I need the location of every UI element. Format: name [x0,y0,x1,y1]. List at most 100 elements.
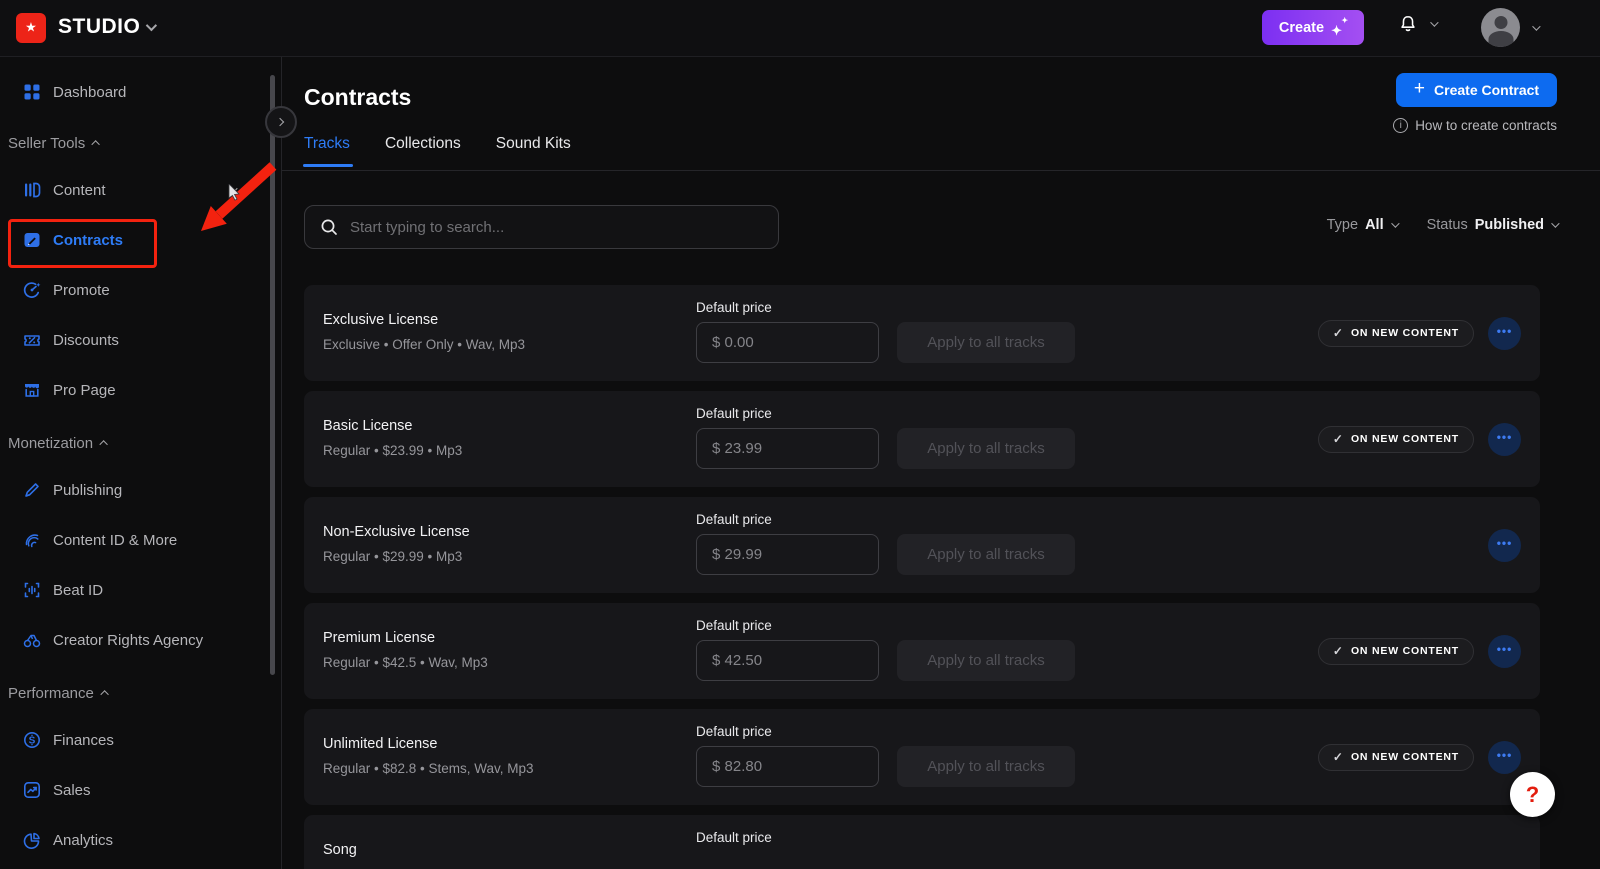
status-filter[interactable]: Status Published [1427,217,1557,233]
apply-to-all-tracks-button[interactable]: Apply to all tracks [897,640,1075,681]
section-label: Monetization [8,435,93,452]
help-link-label: How to create contracts [1415,118,1557,133]
contract-card-premium: Premium License Regular • $42.5 • Wav, M… [304,603,1540,699]
collapse-sidebar-button[interactable] [265,106,297,138]
default-price-label: Default price [696,406,772,421]
sidebar-item-label: Promote [53,282,110,299]
contract-details: Exclusive • Offer Only • Wav, Mp3 [323,337,525,352]
sidebar-item-label: Content ID & More [53,532,177,549]
beat-id-icon [22,580,42,600]
sidebar-item-beat-id[interactable]: Beat ID [0,565,281,615]
contract-card-exclusive: Exclusive License Exclusive • Offer Only… [304,285,1540,381]
sidebar-item-label: Beat ID [53,582,103,599]
more-options-button[interactable]: ••• [1488,529,1521,562]
sidebar-section-seller-tools[interactable]: Seller Tools [0,121,281,165]
more-options-button[interactable]: ••• [1488,317,1521,350]
sidebar-item-publishing[interactable]: Publishing [0,465,281,515]
sidebar-item-sales[interactable]: Sales [0,765,281,815]
bell-icon [1398,14,1418,34]
tab-bar: Tracks Collections Sound Kits [304,135,571,167]
sidebar-item-label: Publishing [53,482,122,499]
analytics-icon [22,830,42,850]
sidebar-item-label: Dashboard [53,84,126,101]
search-input[interactable] [350,219,764,236]
sidebar: Dashboard Seller Tools Content Contracts [0,57,281,869]
search-icon [319,217,339,237]
check-icon: ✓ [1333,750,1343,764]
info-icon: i [1393,118,1408,133]
plus-icon: + [1414,78,1425,100]
sidebar-item-label: Sales [53,782,91,799]
sidebar-item-label: Pro Page [53,382,116,399]
sidebar-item-analytics[interactable]: Analytics [0,815,281,865]
contracts-icon [22,230,42,250]
sidebar-item-content[interactable]: Content [0,165,281,215]
default-price-input[interactable] [696,322,879,363]
content-icon [22,180,42,200]
sidebar-section-monetization[interactable]: Monetization [0,421,281,465]
tab-sound-kits[interactable]: Sound Kits [496,135,571,167]
sidebar-item-contracts[interactable]: Contracts [0,215,281,265]
account-chevron-icon [1532,22,1540,30]
sidebar-item-finances[interactable]: S Finances [0,715,281,765]
chevron-down-icon [229,184,237,192]
tab-collections[interactable]: Collections [385,135,461,167]
sidebar-item-content-id[interactable]: Content ID & More [0,515,281,565]
how-to-create-contracts-link[interactable]: i How to create contracts [1393,118,1557,133]
chevron-up-icon [100,690,108,698]
search-bar[interactable] [304,205,779,249]
sidebar-item-label: Discounts [53,332,119,349]
notifications-button[interactable] [1398,14,1436,34]
apply-to-all-tracks-button[interactable]: Apply to all tracks [897,746,1075,787]
sidebar-item-dashboard[interactable]: Dashboard [0,69,281,115]
tabs-divider [282,170,1600,171]
chevron-down-icon [1551,219,1559,227]
beatstars-logo[interactable]: ★ [16,13,46,43]
on-new-content-badge: ✓ ON NEW CONTENT [1318,638,1474,665]
main-content: Contracts + Create Contract i How to cre… [282,57,1600,869]
contract-card-non-exclusive: Non-Exclusive License Regular • $29.99 •… [304,497,1540,593]
sidebar-item-discounts[interactable]: Discounts [0,315,281,365]
promote-icon [22,280,42,300]
create-button-label: Create [1279,20,1324,36]
help-button[interactable]: ? [1510,772,1555,817]
default-price-input[interactable] [696,428,879,469]
apply-to-all-tracks-button[interactable]: Apply to all tracks [897,534,1075,575]
finances-icon: S [22,730,42,750]
sidebar-item-creator-rights-agency[interactable]: Creator Rights Agency [0,615,281,665]
create-button[interactable]: Create ✦ ✦ [1262,10,1364,45]
on-new-content-badge: ✓ ON NEW CONTENT [1318,744,1474,771]
sidebar-scrollbar[interactable] [270,75,275,675]
apply-to-all-tracks-button[interactable]: Apply to all tracks [897,322,1075,363]
tab-tracks[interactable]: Tracks [304,135,350,167]
check-icon: ✓ [1333,326,1343,340]
type-filter[interactable]: Type All [1327,217,1397,233]
topbar: ★ STUDIO Create ✦ ✦ [0,0,1600,57]
more-options-button[interactable]: ••• [1488,423,1521,456]
brand-chevron-down-icon[interactable] [146,20,157,31]
default-price-label: Default price [696,618,772,633]
apply-to-all-tracks-button[interactable]: Apply to all tracks [897,428,1075,469]
contract-details: Regular • $82.8 • Stems, Wav, Mp3 [323,761,534,776]
contract-details: Regular • $29.99 • Mp3 [323,549,462,564]
account-menu[interactable] [1481,8,1538,47]
star-icon: ★ [25,19,37,35]
default-price-input[interactable] [696,534,879,575]
contract-name: Exclusive License [323,312,438,328]
contract-name: Song [323,842,357,858]
sidebar-section-performance[interactable]: Performance [0,671,281,715]
brand-title: STUDIO [58,15,140,39]
default-price-input[interactable] [696,746,879,787]
more-options-button[interactable]: ••• [1488,635,1521,668]
create-contract-button[interactable]: + Create Contract [1396,73,1557,107]
sidebar-item-promote[interactable]: Promote [0,265,281,315]
contract-details: Regular • $42.5 • Wav, Mp3 [323,655,488,670]
contract-card-unlimited: Unlimited License Regular • $82.8 • Stem… [304,709,1540,805]
section-label: Seller Tools [8,135,85,152]
contract-card-song-partial: Song Default price [304,815,1540,869]
default-price-input[interactable] [696,640,879,681]
more-options-button[interactable]: ••• [1488,741,1521,774]
notifications-chevron-icon [1430,18,1438,26]
discounts-icon [22,330,42,350]
sidebar-item-pro-page[interactable]: Pro Page [0,365,281,415]
